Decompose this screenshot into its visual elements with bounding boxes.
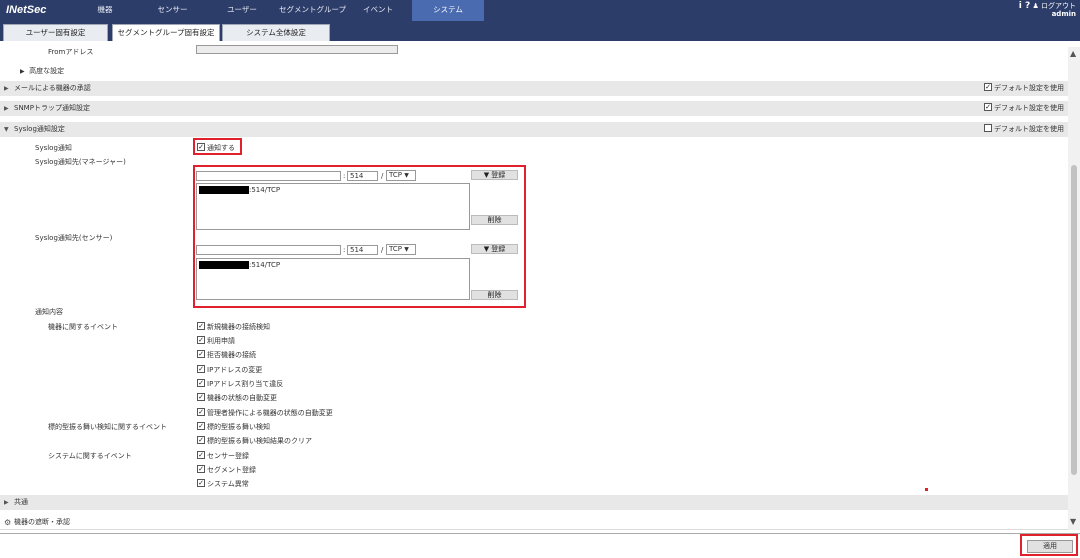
logout-link[interactable]: ログアウト (1041, 2, 1076, 10)
checkbox-icon: ✓ (197, 393, 205, 401)
notify-content-label: 通知内容 (35, 308, 63, 316)
triangle-down-icon: ▼ (4, 126, 9, 133)
nav-events[interactable]: イベント (358, 0, 398, 21)
triangle-right-icon: ▶ (4, 85, 9, 92)
use-default-checkbox[interactable]: デフォルト設定を使用 (984, 122, 1064, 137)
checkbox-label: デフォルト設定を使用 (994, 84, 1064, 92)
threat-event-checkbox[interactable]: ✓ 標的型振る舞い検知結果のクリア (197, 436, 312, 446)
app-logo[interactable]: INetSec (6, 4, 46, 16)
advanced-settings-toggle[interactable]: ▶ 高度な設定 (20, 66, 64, 76)
checkbox-icon: ✓ (197, 408, 205, 416)
device-event-checkbox[interactable]: ✓ IPアドレス割り当て違反 (197, 379, 283, 389)
device-event-checkbox[interactable]: ✓ 機器の状態の自動変更 (197, 393, 277, 403)
highlight-box (1020, 534, 1078, 556)
checkbox-icon: ✓ (197, 436, 205, 444)
syslog-notify-label: Syslog通知 (35, 144, 72, 152)
top-nav-bar: INetSec 機器 センサー ユーザー セグメントグループ イベント システム… (0, 0, 1080, 21)
checkbox-label: デフォルト設定を使用 (994, 104, 1064, 112)
section-title: メールによる機器の承認 (14, 84, 91, 92)
highlight-box (193, 138, 242, 155)
section-title: 機器の遮断・承認 (14, 518, 70, 526)
highlight-box (193, 165, 526, 308)
checkbox-label: 利用申請 (207, 337, 235, 345)
scroll-up-icon[interactable]: ▲ (1070, 49, 1076, 58)
scrollbar-thumb[interactable] (1071, 165, 1077, 475)
threat-events-label: 標的型振る舞い検知に関するイベント (48, 423, 167, 431)
from-address-input[interactable] (196, 45, 398, 54)
sub-tab-bar: ユーザー固有設定 セグメントグループ固有設定 システム全体設定 (0, 21, 1080, 41)
device-event-checkbox[interactable]: ✓ 管理者操作による機器の状態の自動変更 (197, 408, 333, 418)
nav-sensors[interactable]: センサー (150, 0, 195, 21)
checkbox-label: セグメント登録 (207, 466, 256, 474)
system-event-checkbox[interactable]: ✓ センサー登録 (197, 451, 249, 461)
checkbox-label: 管理者操作による機器の状態の自動変更 (207, 409, 333, 417)
checkbox-label: IPアドレスの変更 (207, 366, 263, 374)
checkbox-label: デフォルト設定を使用 (994, 125, 1064, 133)
system-event-checkbox[interactable]: ✓ システム異常 (197, 479, 249, 489)
checkbox-icon: ✓ (197, 365, 205, 373)
gear-icon: ⚙ (4, 518, 12, 527)
username: admin (1051, 10, 1076, 18)
section-title: SNMPトラップ通知設定 (14, 104, 90, 112)
system-event-checkbox[interactable]: ✓ セグメント登録 (197, 465, 256, 475)
checkbox-label: 拒否機器の接続 (207, 351, 256, 359)
nav-users[interactable]: ユーザー (222, 0, 262, 21)
section-device-block[interactable]: ⚙ 機器の遮断・承認 (0, 515, 1068, 530)
checkbox-icon: ✓ (197, 379, 205, 387)
user-area: i ? ♟ ログアウト admin (1019, 1, 1076, 19)
tab-system-settings[interactable]: システム全体設定 (222, 24, 330, 41)
system-events-label: システムに関するイベント (48, 452, 132, 460)
checkbox-icon: ✓ (197, 479, 205, 487)
advanced-label: 高度な設定 (29, 67, 65, 75)
checkbox-icon: ✓ (197, 336, 205, 344)
section-syslog[interactable]: ▼ Syslog通知設定 デフォルト設定を使用 (0, 122, 1068, 137)
checkbox-label: 新規機器の接続検知 (207, 323, 270, 331)
vertical-scrollbar[interactable]: ▲ ▼ (1068, 47, 1080, 530)
syslog-manager-label: Syslog通知先(マネージャー) (35, 158, 126, 166)
nav-segment-groups[interactable]: セグメントグループ (275, 0, 350, 21)
checkbox-icon: ✓ (984, 103, 992, 111)
device-event-checkbox[interactable]: ✓ 利用申請 (197, 336, 235, 346)
device-event-checkbox[interactable]: ✓ IPアドレスの変更 (197, 365, 262, 375)
checkbox-icon: ✓ (197, 451, 205, 459)
section-title: Syslog通知設定 (14, 125, 65, 133)
device-event-checkbox[interactable]: ✓ 拒否機器の接続 (197, 350, 256, 360)
user-icon: ♟ (1032, 2, 1039, 10)
section-title: 共通 (14, 498, 28, 506)
section-mail-approval[interactable]: ▶ メールによる機器の承認 ✓ デフォルト設定を使用 (0, 81, 1068, 96)
section-common[interactable]: ▶ 共通 (0, 495, 1068, 510)
checkbox-icon: ✓ (197, 422, 205, 430)
red-marker (925, 488, 928, 491)
from-address-label: Fromアドレス (48, 48, 94, 56)
scroll-down-icon[interactable]: ▼ (1070, 517, 1076, 526)
device-events-label: 機器に関するイベント (48, 323, 118, 331)
triangle-right-icon: ▶ (4, 105, 9, 112)
checkbox-icon: ✓ (984, 83, 992, 91)
checkbox-icon: ✓ (197, 322, 205, 330)
checkbox-label: 標的型振る舞い検知 (207, 423, 270, 431)
use-default-checkbox[interactable]: ✓ デフォルト設定を使用 (984, 101, 1064, 116)
nav-system[interactable]: システム (412, 0, 484, 21)
tab-segment-group-settings[interactable]: セグメントグループ固有設定 (112, 24, 220, 41)
threat-event-checkbox[interactable]: ✓ 標的型振る舞い検知 (197, 422, 270, 432)
triangle-right-icon: ▶ (20, 68, 25, 75)
tab-user-settings[interactable]: ユーザー固有設定 (3, 24, 108, 41)
section-snmp[interactable]: ▶ SNMPトラップ通知設定 ✓ デフォルト設定を使用 (0, 101, 1068, 116)
syslog-sensor-label: Syslog通知先(センサー) (35, 234, 113, 242)
nav-devices[interactable]: 機器 (85, 0, 125, 21)
checkbox-label: IPアドレス割り当て違反 (207, 380, 284, 388)
checkbox-icon (984, 124, 992, 132)
help-icons[interactable]: i ? (1019, 1, 1030, 11)
device-event-checkbox[interactable]: ✓ 新規機器の接続検知 (197, 322, 270, 332)
settings-content: Fromアドレス ▶ 高度な設定 ▶ メールによる機器の承認 ✓ デフォルト設定を… (0, 41, 1068, 532)
checkbox-label: システム異常 (207, 480, 249, 488)
checkbox-icon: ✓ (197, 465, 205, 473)
footer-bar (0, 533, 1080, 558)
checkbox-label: センサー登録 (207, 452, 249, 460)
triangle-right-icon: ▶ (4, 499, 9, 506)
checkbox-icon: ✓ (197, 350, 205, 358)
checkbox-label: 機器の状態の自動変更 (207, 394, 277, 402)
use-default-checkbox[interactable]: ✓ デフォルト設定を使用 (984, 81, 1064, 96)
checkbox-label: 標的型振る舞い検知結果のクリア (207, 437, 312, 445)
